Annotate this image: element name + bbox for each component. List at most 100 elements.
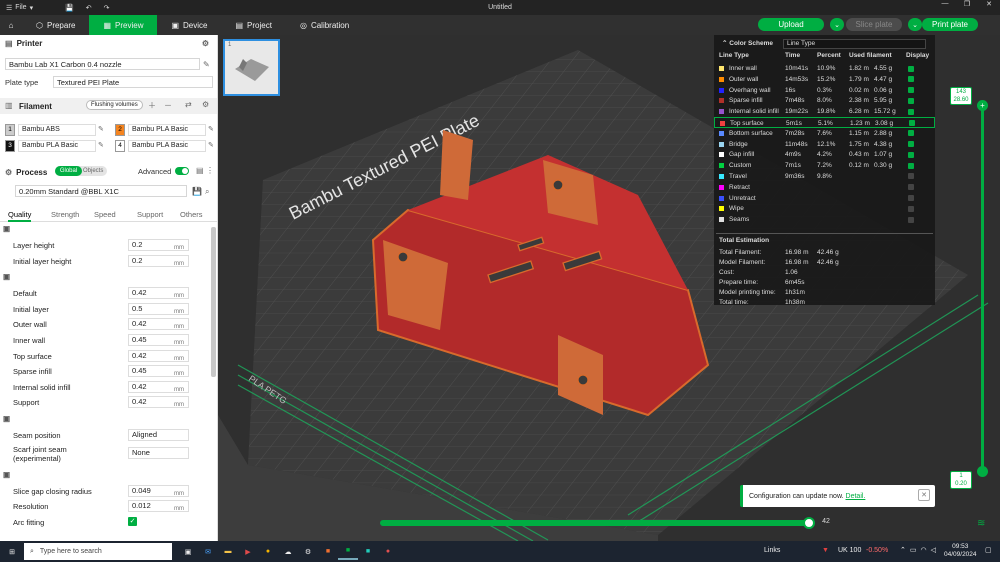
save-icon[interactable]: 💾 xyxy=(59,4,80,12)
minimize-icon[interactable]: — xyxy=(934,0,956,8)
process-tab-strength[interactable]: Strength xyxy=(51,210,79,219)
filament-slot[interactable]: 1 Bambu ABS ✎ xyxy=(5,124,105,136)
display-checkbox[interactable] xyxy=(908,173,914,180)
precision-field-input[interactable]: 0.012 mm xyxy=(128,500,189,513)
line-width-field-input[interactable]: 0.42 mm xyxy=(128,380,189,393)
legend-row[interactable]: Bridge 11m48s 12.1% 1.75 m 4.38 g xyxy=(714,139,935,150)
edit-printer-icon[interactable]: ✎ xyxy=(203,60,210,69)
filament-slot[interactable]: 4 Bambu PLA Basic ✎ xyxy=(115,140,215,152)
task-view-icon[interactable]: ▣ xyxy=(178,544,198,560)
layer-height-field-input[interactable]: 0.2 mm xyxy=(128,254,189,267)
process-tab-speed[interactable]: Speed xyxy=(94,210,116,219)
display-checkbox[interactable] xyxy=(908,205,914,212)
advanced-toggle[interactable] xyxy=(175,167,189,175)
chrome-alt-icon[interactable]: ● xyxy=(378,544,398,560)
top-handle-plus-icon[interactable]: + xyxy=(977,100,988,111)
global-objects-toggle[interactable]: Global Objects xyxy=(55,166,107,176)
line-width-field-input[interactable]: 0.42 mm xyxy=(128,318,189,331)
legend-row[interactable]: Custom 7m1s 7.2% 0.12 m 0.30 g xyxy=(714,160,935,171)
display-checkbox[interactable] xyxy=(909,120,915,127)
move-slider-handle[interactable] xyxy=(803,517,815,529)
app-icon-orange[interactable]: ■ xyxy=(318,544,338,560)
legend-row[interactable]: Internal solid infill 19m22s 19.8% 6.28 m 15… xyxy=(714,106,935,117)
plate-type-select[interactable]: Textured PEI Plate xyxy=(53,76,213,88)
display-checkbox[interactable] xyxy=(908,184,914,191)
legend-row[interactable]: Outer wall 14m53s 15.2% 1.79 m 4.47 g xyxy=(714,74,935,85)
legend-row[interactable]: Gap infill 4m9s 4.2% 0.43 m 1.07 g xyxy=(714,149,935,160)
legend-row[interactable]: Retract xyxy=(714,182,935,193)
links-toolbar[interactable]: Links xyxy=(764,547,780,554)
tab-preview[interactable]: ▦ Preview xyxy=(89,15,158,35)
display-checkbox[interactable] xyxy=(908,141,914,148)
tab-device[interactable]: ▣ Device xyxy=(157,15,221,35)
chrome-icon[interactable]: ● xyxy=(258,544,278,560)
line-width-field-input[interactable]: 0.42 mm xyxy=(128,287,189,300)
filament-slot[interactable]: 3 Bambu PLA Basic ✎ xyxy=(5,140,105,152)
redo-icon[interactable]: ↷ xyxy=(98,4,116,12)
line-width-field-input[interactable]: 0.42 mm xyxy=(128,349,189,362)
filament-name[interactable]: Bambu PLA Basic xyxy=(128,124,206,136)
line-type-dropdown[interactable]: Line Type xyxy=(783,39,926,49)
cloud-icon[interactable]: ☁ xyxy=(278,544,298,560)
process-tab-quality[interactable]: Quality xyxy=(8,210,32,222)
media-icon[interactable]: ▶ xyxy=(238,544,258,560)
legend-row[interactable]: Seams xyxy=(714,214,935,225)
slice-plate-button[interactable]: Slice plate xyxy=(846,18,902,31)
home-icon[interactable]: ⌂ xyxy=(0,15,22,35)
more-icon[interactable]: ⋮ xyxy=(206,166,214,175)
legend-row[interactable]: Sparse infill 7m48s 8.0% 2.38 m 5.95 g xyxy=(714,95,935,106)
scarf-joint-select[interactable]: None xyxy=(128,446,189,459)
display-checkbox[interactable] xyxy=(908,87,914,94)
legend-row[interactable]: Travel 9m36s 9.8% xyxy=(714,171,935,182)
display-checkbox[interactable] xyxy=(908,162,914,169)
legend-row[interactable]: Bottom surface 7m28s 7.6% 1.15 m 2.88 g xyxy=(714,128,935,139)
filament-name[interactable]: Bambu PLA Basic xyxy=(128,140,206,152)
volume-icon[interactable]: ◁ xyxy=(931,546,936,554)
process-tab-support[interactable]: Support xyxy=(137,210,163,219)
line-width-field-input[interactable]: 0.45 mm xyxy=(128,365,189,378)
edit-filament-icon[interactable]: ✎ xyxy=(208,141,214,149)
flushing-volumes-button[interactable]: Flushing volumes xyxy=(86,100,143,110)
line-width-field-input[interactable]: 0.42 mm xyxy=(128,396,189,409)
undo-icon[interactable]: ↶ xyxy=(80,4,98,12)
print-plate-button[interactable]: Print plate xyxy=(922,18,978,31)
display-checkbox[interactable] xyxy=(908,151,914,158)
legend-row[interactable]: Inner wall 10m41s 10.9% 1.82 m 4.55 g xyxy=(714,63,935,74)
printer-select[interactable]: Bambu Lab X1 Carbon 0.4 nozzle xyxy=(5,58,200,70)
legend-row[interactable]: Wipe xyxy=(714,203,935,214)
global-option[interactable]: Global xyxy=(55,166,82,176)
windows-start-icon[interactable]: ⊞ xyxy=(0,544,24,560)
filament-name[interactable]: Bambu PLA Basic xyxy=(18,140,96,152)
notifications-icon[interactable]: ▢ xyxy=(985,546,992,554)
gcode-move-slider[interactable] xyxy=(380,520,810,526)
precision-field-input[interactable]: 0.049 mm xyxy=(128,484,189,497)
line-width-field-input[interactable]: 0.5 mm xyxy=(128,302,189,315)
filament-name[interactable]: Bambu ABS xyxy=(18,124,96,136)
gear-icon[interactable]: ⚙ xyxy=(202,39,209,48)
process-tab-others[interactable]: Others xyxy=(180,210,203,219)
sync-ams-icon[interactable]: ⇄ xyxy=(185,100,192,109)
tab-calibration[interactable]: ◎ Calibration xyxy=(286,15,363,35)
filament-slot[interactable]: 2 Bambu PLA Basic ✎ xyxy=(115,124,215,136)
edit-filament-icon[interactable]: ✎ xyxy=(208,125,214,133)
print-dropdown-icon[interactable]: ⌄ xyxy=(908,18,922,31)
wifi-icon[interactable]: ◠ xyxy=(921,546,927,554)
add-filament-icon[interactable]: ＋ xyxy=(148,100,156,111)
save-preset-icon[interactable]: 💾 xyxy=(192,187,202,196)
tab-project[interactable]: ▤ Project xyxy=(221,15,285,35)
objects-option[interactable]: Objects xyxy=(83,166,107,176)
legend-row[interactable]: Top surface 5m1s 5.1% 1.23 m 3.08 g xyxy=(714,116,935,128)
app-icon-teal[interactable]: ■ xyxy=(358,544,378,560)
layer-height-field-input[interactable]: 0.2 mm xyxy=(128,239,189,251)
settings-icon[interactable]: ⚙ xyxy=(298,544,318,560)
seam-position-input[interactable]: Aligned xyxy=(128,429,189,441)
restore-icon[interactable]: ❐ xyxy=(956,0,978,8)
file-menu[interactable]: ☰ File ▾ xyxy=(0,4,39,12)
display-checkbox[interactable] xyxy=(908,195,914,202)
display-checkbox[interactable] xyxy=(908,130,914,137)
system-tray[interactable]: ⌃ ▭ ◠ ◁ xyxy=(900,546,936,554)
process-preset-select[interactable]: 0.20mm Standard @BBL X1C xyxy=(15,185,187,197)
legend-row[interactable]: Unretract xyxy=(714,193,935,204)
collapse-icon[interactable]: ⌃ xyxy=(722,40,727,47)
chevron-up-icon[interactable]: ⌃ xyxy=(900,546,906,554)
